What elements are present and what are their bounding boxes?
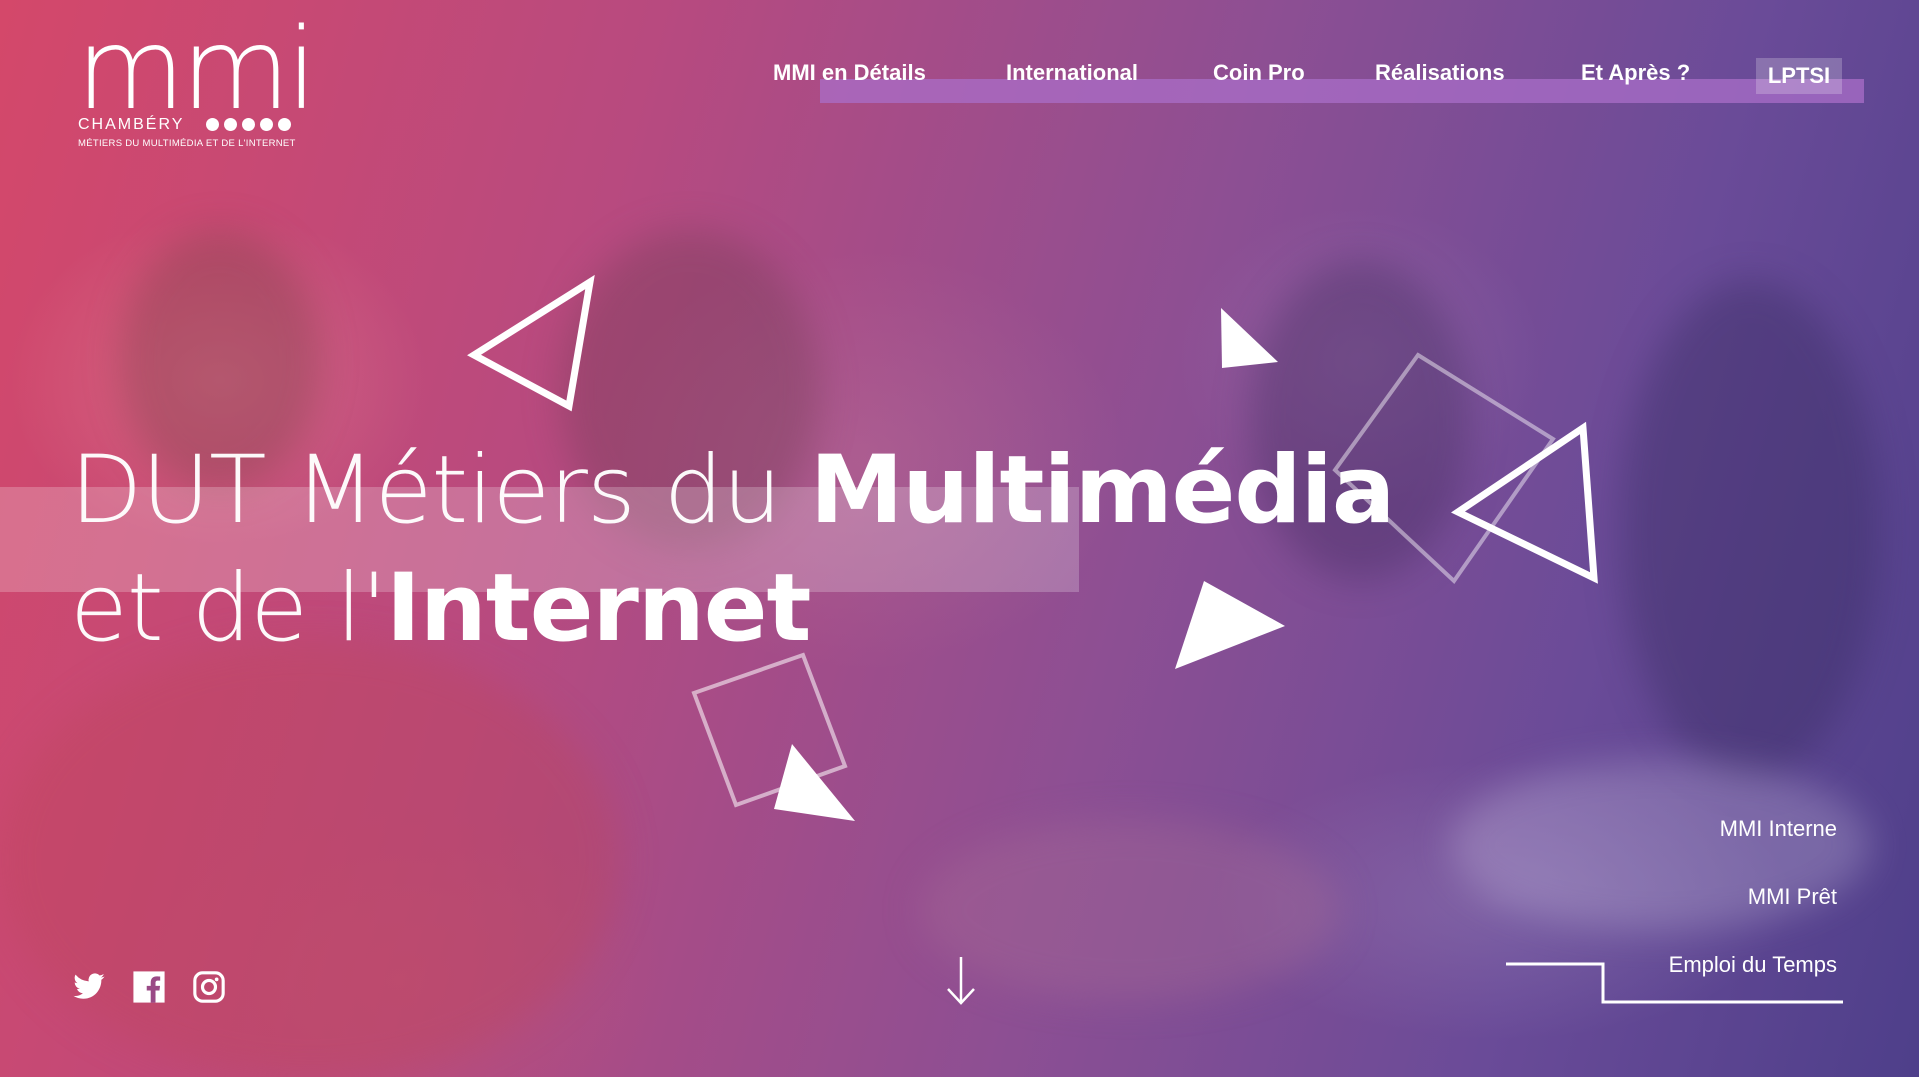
background-desk — [920, 820, 1340, 1000]
nav-item-realisations[interactable]: Réalisations — [1375, 60, 1505, 86]
logo-tagline: MÉTIERS DU MULTIMÉDIA ET DE L'INTERNET — [78, 138, 296, 149]
nav-item-coin-pro[interactable]: Coin Pro — [1213, 60, 1305, 86]
title-line-2-light: et de l' — [70, 554, 387, 663]
mmi-interne-link[interactable]: MMI Interne — [1720, 816, 1837, 842]
nav-item-international[interactable]: International — [1006, 60, 1138, 86]
background-figure — [1620, 280, 1880, 780]
site-logo[interactable]: mmi CHAMBÉRY MÉTIERS DU MULTIMÉDIA ET DE… — [76, 14, 317, 156]
arrow-down-icon[interactable] — [944, 955, 978, 1007]
twitter-icon[interactable] — [72, 970, 106, 1004]
schedule-link-underline — [1506, 962, 1843, 1004]
mmi-pret-link[interactable]: MMI Prêt — [1748, 884, 1837, 910]
title-line-1: DUT Métiers du Multimédia — [70, 432, 1570, 550]
logo-city: CHAMBÉRY — [78, 116, 185, 133]
title-line-1-light: DUT Métiers du — [70, 436, 810, 545]
facebook-icon[interactable] — [132, 970, 166, 1004]
title-line-2-bold: Internet — [385, 554, 812, 663]
nav-lptsi-button[interactable]: LPTSI — [1756, 58, 1842, 94]
instagram-icon[interactable] — [192, 970, 226, 1004]
background-figure — [0, 640, 620, 1077]
social-links — [72, 970, 226, 1004]
page-title: DUT Métiers du Multimédia et de l'Intern… — [70, 432, 1570, 668]
logo-dots — [206, 118, 291, 131]
title-line-1-bold: Multimédia — [809, 436, 1395, 545]
nav-item-et-apres[interactable]: Et Après ? — [1581, 60, 1690, 86]
title-line-2: et de l'Internet — [70, 550, 1570, 668]
nav-item-mmi-details[interactable]: MMI en Détails — [773, 60, 926, 86]
main-navigation: MMI en Détails International Coin Pro Ré… — [0, 60, 1919, 90]
